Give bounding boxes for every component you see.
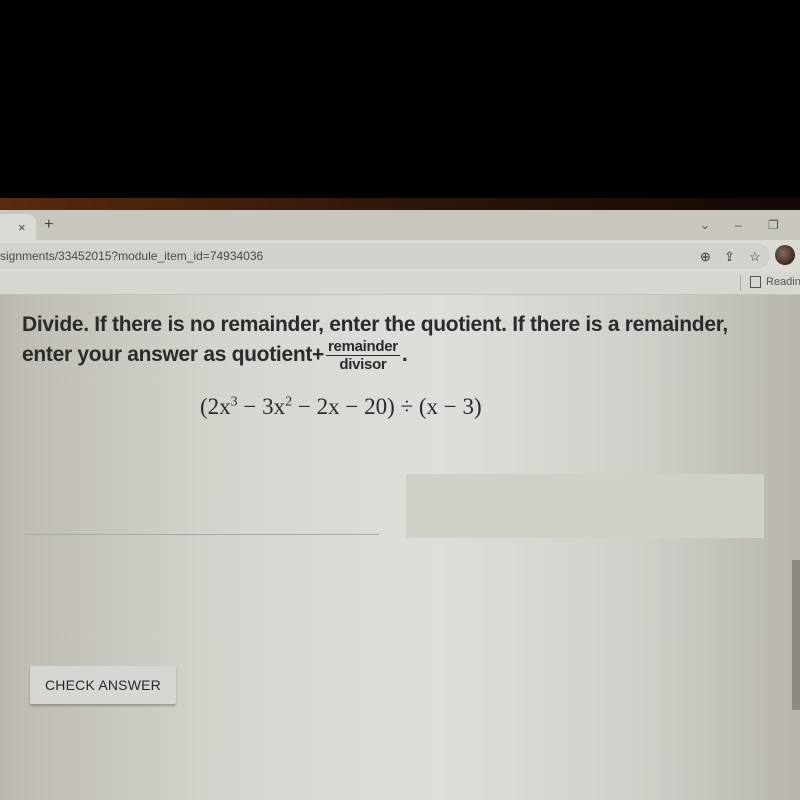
expr-exponent-1: 3: [230, 394, 238, 410]
minimize-icon[interactable]: –: [735, 218, 742, 232]
address-bar[interactable]: signments/33452015?module_item_id=749340…: [0, 243, 770, 269]
math-expression: (2x3 − 3x2 − 2x − 20) ÷ (x − 3): [200, 394, 600, 420]
prompt-period: .: [401, 343, 408, 367]
profile-avatar[interactable]: [775, 245, 795, 265]
active-tab[interactable]: ×: [0, 214, 36, 240]
zoom-icon[interactable]: ⊕: [700, 249, 711, 265]
tab-strip: × + ⌄ – ❐: [0, 210, 800, 240]
page-content: Divide. If there is no remainder, enter …: [0, 294, 800, 800]
answer-input-field[interactable]: [406, 474, 764, 538]
fraction-denominator: divisor: [339, 356, 387, 373]
tab-search-icon[interactable]: ⌄: [700, 218, 710, 232]
prompt-line-2: enter your answer as quotient+: [22, 343, 325, 367]
share-icon[interactable]: ⇪: [724, 249, 735, 265]
reading-list-label[interactable]: Reading: [766, 276, 800, 288]
check-answer-button[interactable]: CHECK ANSWER: [30, 666, 176, 704]
expr-term-3: − 2x − 20) ÷ (x − 3): [292, 394, 482, 419]
star-icon[interactable]: ☆: [749, 249, 761, 265]
url-text[interactable]: signments/33452015?module_item_id=749340…: [0, 249, 263, 263]
expr-term-1: (2x: [200, 394, 231, 419]
scrollbar[interactable]: [792, 560, 800, 710]
new-tab-icon[interactable]: +: [44, 216, 53, 234]
fraction: remainder divisor: [326, 338, 400, 373]
question-prompt: Divide. If there is no remainder, enter …: [22, 312, 782, 373]
bookmarks-divider: [740, 275, 741, 291]
browser-toolbar: signments/33452015?module_item_id=749340…: [0, 240, 800, 272]
tab-close-icon[interactable]: ×: [18, 220, 26, 235]
expr-term-2: − 3x: [237, 394, 286, 419]
fraction-numerator: remainder: [326, 338, 400, 356]
bookmarks-bar: Reading: [0, 272, 800, 295]
restore-icon[interactable]: ❐: [768, 218, 779, 232]
prompt-line-1: Divide. If there is no remainder, enter …: [22, 313, 728, 336]
reading-list-icon[interactable]: [750, 276, 761, 288]
browser-window: × + ⌄ – ❐ signments/33452015?module_item…: [0, 210, 800, 800]
answer-input-underline[interactable]: [24, 534, 379, 535]
